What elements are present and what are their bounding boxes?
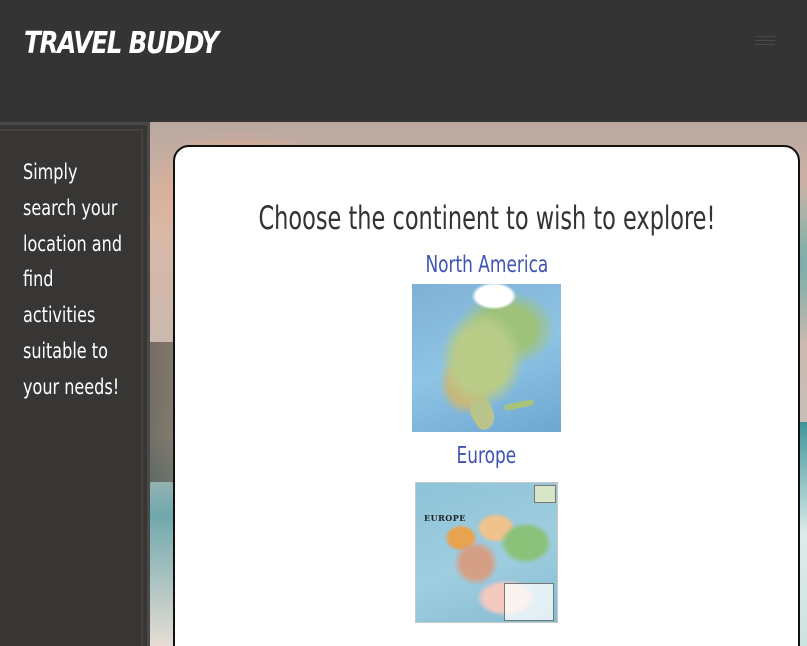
caribbean-island-shape <box>503 398 535 412</box>
europe-map-title: EUROPE <box>424 513 466 523</box>
brand-logo[interactable]: TRAVEL BUDDY <box>24 26 219 61</box>
sidebar: Simply search your location and find act… <box>0 122 150 646</box>
page-title-text: Choose the continent to wish to explore! <box>257 199 715 237</box>
map-legend <box>504 583 554 621</box>
europe-map-image[interactable]: EUROPE <box>415 482 558 623</box>
continent-label-europe[interactable]: Europe <box>457 443 517 469</box>
site-header: TRAVEL BUDDY <box>0 0 807 122</box>
continent-link-europe[interactable]: Europe <box>175 443 798 469</box>
hamburger-menu-icon[interactable] <box>755 36 775 50</box>
map-inset <box>534 485 556 503</box>
north-america-map-image[interactable] <box>412 284 561 432</box>
continent-label-north-america[interactable]: North America <box>425 252 548 278</box>
continent-chooser-card: Choose the continent to wish to explore!… <box>173 145 800 646</box>
sidebar-description: Simply search your location and find act… <box>23 160 123 399</box>
central-america-shape <box>465 395 501 432</box>
page-title: Choose the continent to wish to explore! <box>175 199 798 237</box>
continent-link-north-america[interactable]: North America <box>175 252 798 278</box>
